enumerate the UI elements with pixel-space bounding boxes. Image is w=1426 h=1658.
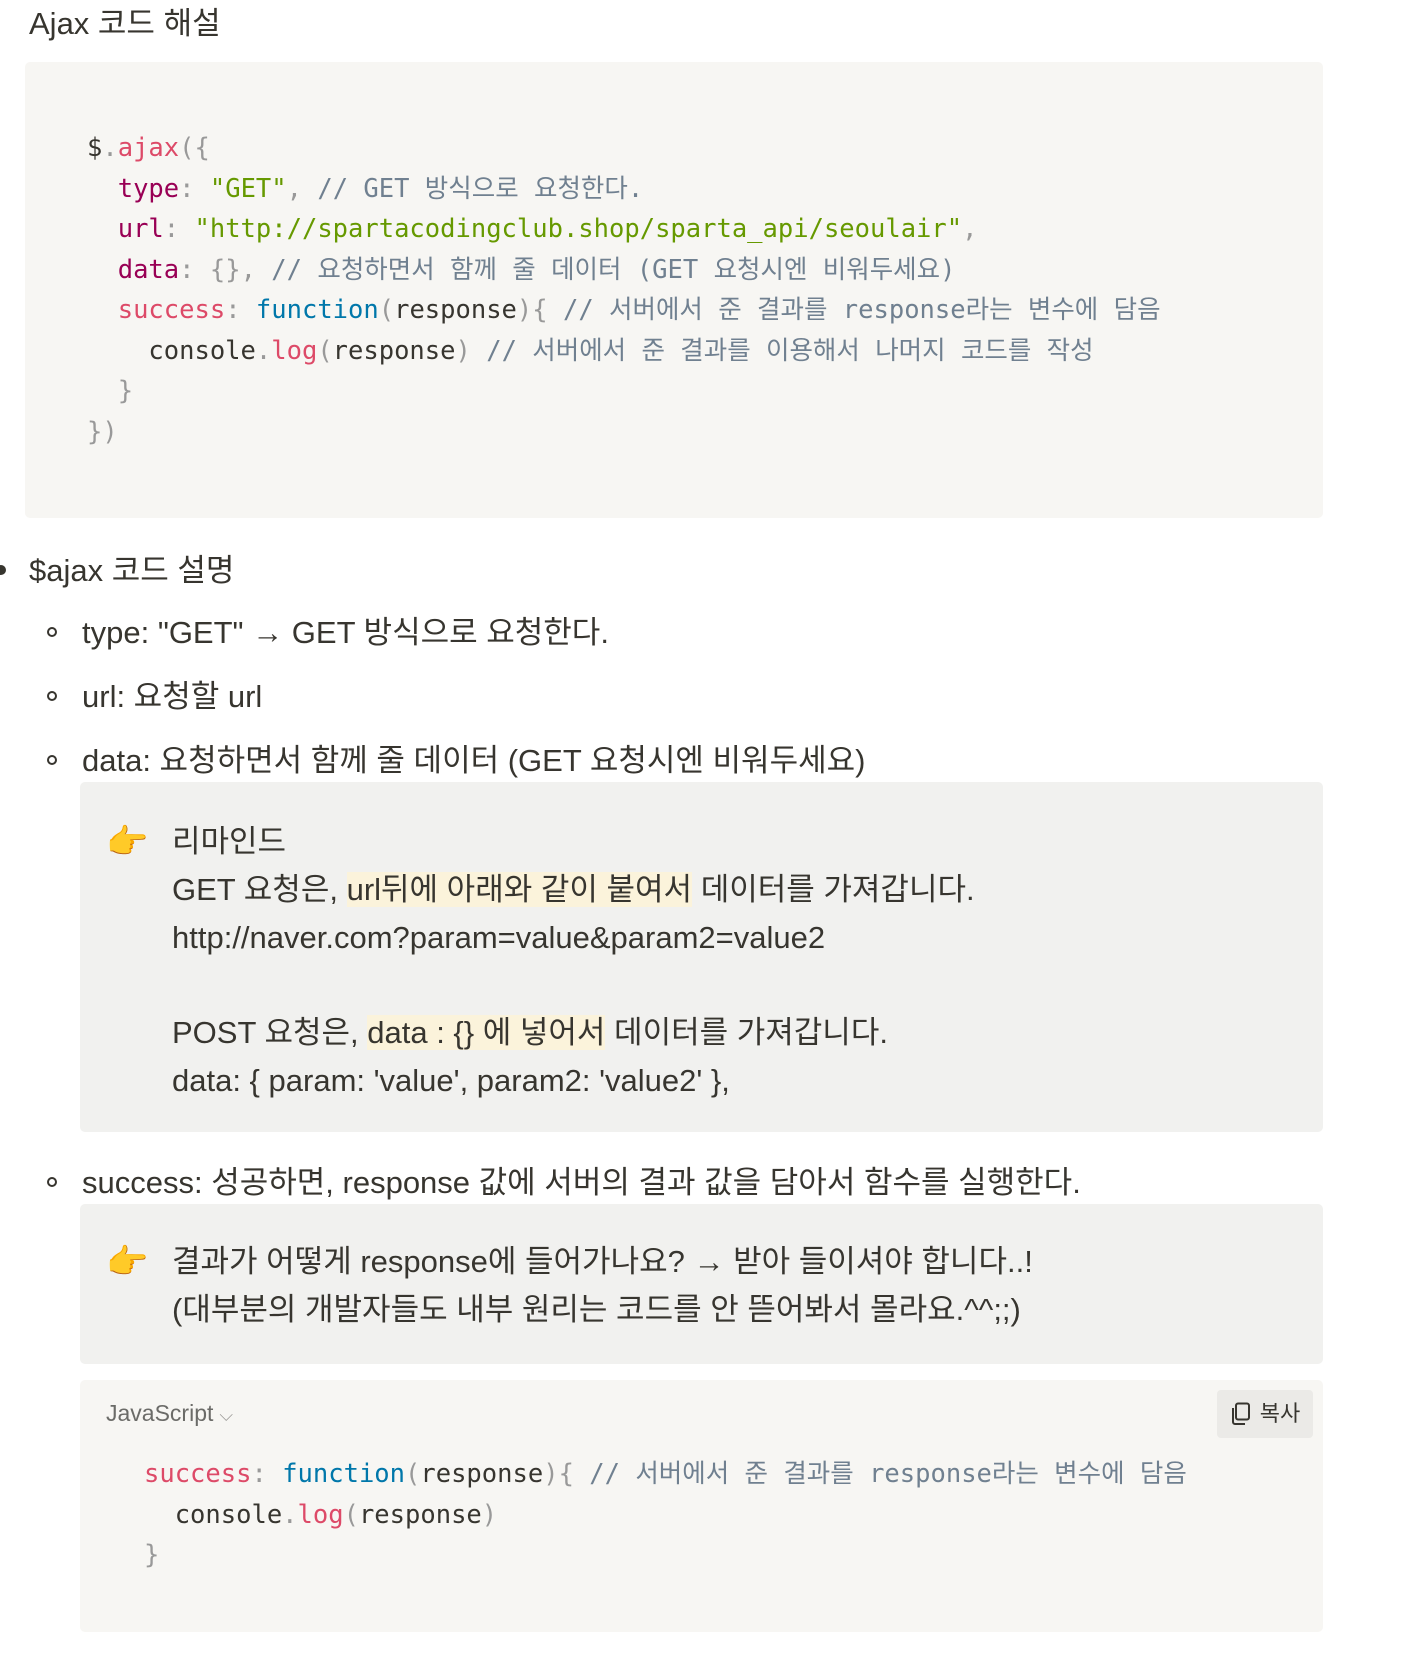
list-item-success: success: 성공하면, response 값에 서버의 결과 값을 담아서… [82,1165,1081,1200]
bullet-circle [47,1177,57,1187]
chevron-down-icon: ⌵ [219,1405,234,1425]
pointing-hand-icon: 👉 [106,823,149,861]
callout-get-example: http://naver.com?param=value&param2=valu… [172,920,826,955]
code-line-5: success: function(response){ // 서버에서 준 결… [117,295,1161,325]
copy-button[interactable]: 복사 [1217,1390,1313,1438]
get-highlight: url뒤에 아래와 같이 붙여서 [346,872,693,907]
list-item-data: data: 요청하면서 함께 줄 데이터 (GET 요청시엔 비워두세요) [82,743,866,778]
copy-label: 복사 [1259,1401,1301,1426]
code-content: $.ajax({ type: "GET", // GET 방식으로 요청한다. … [87,128,1161,452]
list-item-url: url: 요청할 url [82,679,263,714]
post-highlight: data : {} 에 넣어서 [367,1015,606,1050]
code-line-2: console.log(response) [144,1499,498,1530]
post-prefix: POST 요청은, [172,1015,368,1050]
bullet-circle [47,627,57,637]
bullet-circle [47,691,57,701]
bullet-circle [47,755,57,765]
callout-line-1: 결과가 어떻게 response에 들어가나요? → 받아 들이셔야 합니다..… [172,1244,1033,1279]
code-line-7: } [117,376,134,406]
code-line-3: } [144,1540,160,1570]
post-suffix: 데이터를 가져갑니다. [605,1015,888,1050]
code-line-8: }) [87,416,118,447]
get-prefix: GET 요청은, [172,872,347,907]
code-block-success[interactable]: JavaScript ⌵ 복사 success: function(respons… [80,1380,1323,1632]
copy-icon [1231,1402,1250,1425]
code-line-1: $.ajax({ [87,133,210,163]
list-item-type: type: "GET" → GET 방식으로 요청한다. [82,615,609,650]
code-line-3: url: "http://spartacodingclub.shop/spart… [117,214,978,244]
callout-post-line: POST 요청은, data : {} 에 넣어서 데이터를 가져갑니다. [172,1009,888,1057]
get-suffix: 데이터를 가져갑니다. [692,872,975,907]
code-line-4: data: {}, // 요청하면서 함께 줄 데이터 (GET 요청시엔 비워… [117,254,956,285]
callout-remind: 👉 리마인드 GET 요청은, url뒤에 아래와 같이 붙여서 데이터를 가져… [80,782,1323,1132]
list-title: $ajax 코드 설명 [29,553,235,588]
bullet-disc [0,565,6,575]
language-label: JavaScript [106,1400,214,1426]
callout-post-example: data: { param: 'value', param2: 'value2'… [172,1063,730,1098]
callout-line-2: (대부분의 개발자들도 내부 원리는 코드를 안 뜯어봐서 몰라요.^^;;) [172,1292,1021,1327]
pointing-hand-icon: 👉 [106,1243,149,1281]
language-selector[interactable]: JavaScript ⌵ [106,1396,233,1432]
callout-get-line: GET 요청은, url뒤에 아래와 같이 붙여서 데이터를 가져갑니다. [172,866,975,914]
section-heading: Ajax 코드 해설 [29,6,221,41]
callout-title: 리마인드 [172,824,287,859]
code-block-ajax[interactable]: $.ajax({ type: "GET", // GET 방식으로 요청한다. … [25,62,1323,518]
code-line-6: console.log(response) // 서버에서 준 결과를 이용해서… [87,335,1094,366]
code-line-2: type: "GET", // GET 방식으로 요청한다. [117,173,644,204]
callout-response: 👉 결과가 어떻게 response에 들어가나요? → 받아 들이셔야 합니다… [80,1204,1323,1364]
code-line-1: success: function(response){ // 서버에서 준 결… [144,1459,1187,1489]
code-content: success: function(response){ // 서버에서 준 결… [144,1454,1187,1576]
